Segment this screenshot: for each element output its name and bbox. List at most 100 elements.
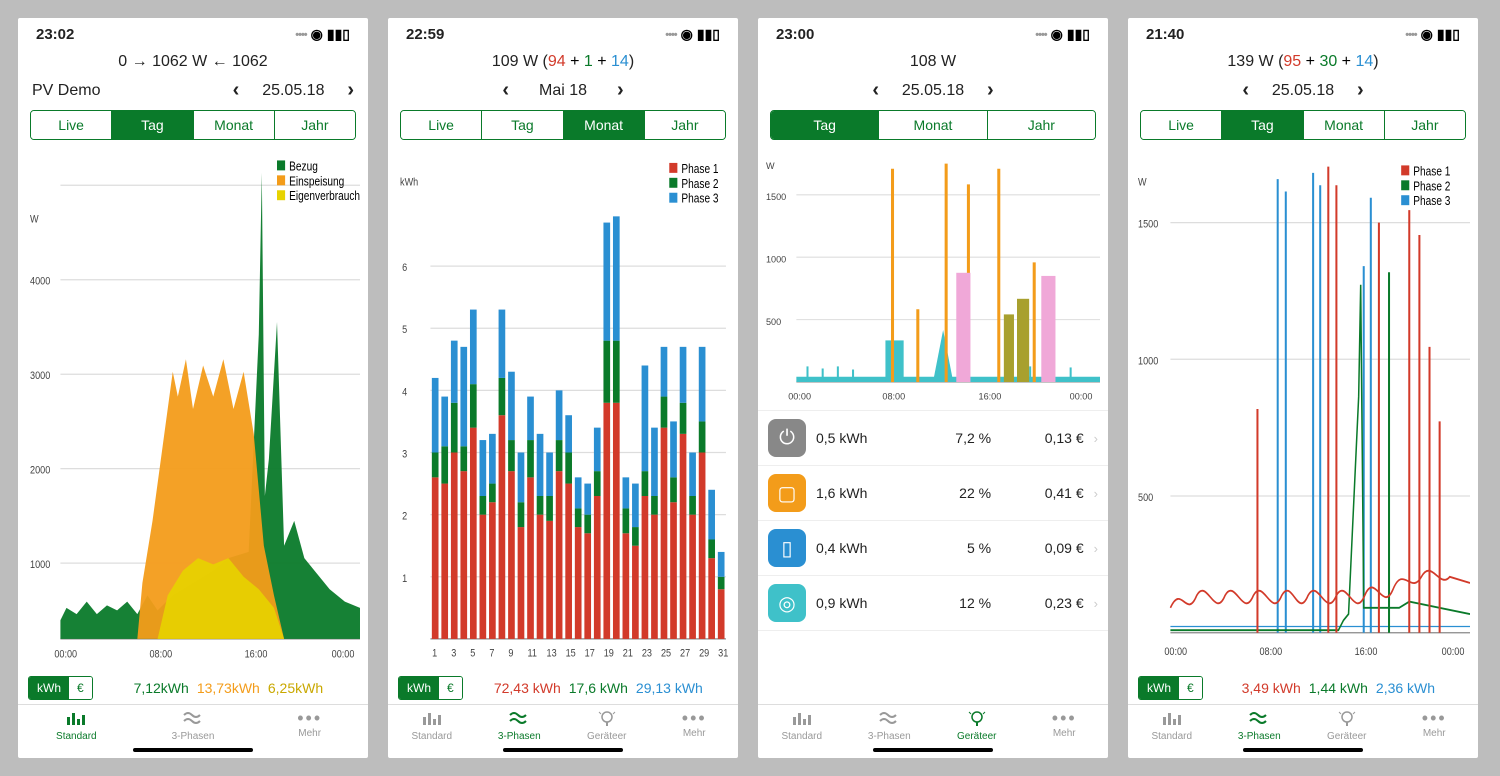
home-indicator[interactable] [503,748,623,752]
prev-date-button[interactable]: ‹ [227,79,246,102]
range-segmented[interactable]: LiveTagMonatJahr [30,110,356,140]
svg-text:1500: 1500 [1138,219,1159,231]
svg-text:31: 31 [718,648,728,660]
segment-jahr[interactable]: Jahr [645,111,725,139]
totals-row: kWh€ 72,43 kWh17,6 kWh29,13 kWh [388,672,738,704]
svg-text:1500: 1500 [766,192,786,202]
unit-kWh[interactable]: kWh [1139,677,1179,699]
svg-text:08:00: 08:00 [149,649,172,661]
device-row[interactable]: ⏻ 0,5 kWh 7,2 % 0,13 € › [758,411,1108,466]
device-row[interactable]: ◎ 0,9 kWh 12 % 0,23 € › [758,576,1108,631]
tab-geräteer[interactable]: Geräteer [933,709,1021,742]
svg-text:6: 6 [402,262,407,274]
unit-€[interactable]: € [69,677,92,699]
chart-area[interactable]: 500 1000 1500 W [1136,148,1470,670]
device-row[interactable]: ▯ 0,4 kWh 5 % 0,09 € › [758,521,1108,576]
segment-monat[interactable]: Monat [564,111,645,139]
unit-toggle[interactable]: kWh€ [1138,676,1203,700]
svg-text:00:00: 00:00 [1164,646,1187,658]
segment-jahr[interactable]: Jahr [1385,111,1465,139]
screen-tag-phasen: 21:40 •••• ◉ ▮▮▯ 139 W (95 + 30 + 14) ‹ … [1128,18,1478,758]
home-indicator[interactable] [133,748,253,752]
bars-icon [421,709,443,730]
statusbar: 22:59 •••• ◉ ▮▮▯ [388,18,738,47]
prev-date-button[interactable]: ‹ [866,79,885,102]
tab-mehr[interactable]: •••Mehr [651,709,739,742]
home-indicator[interactable] [873,748,993,752]
segment-live[interactable]: Live [1141,111,1222,139]
dataset-label[interactable]: PV Demo [18,82,100,100]
svg-text:00:00: 00:00 [54,649,77,661]
chart-area[interactable]: 500 1000 1500 W [766,148,1100,408]
svg-text:16:00: 16:00 [245,649,268,661]
segment-tag[interactable]: Tag [771,111,879,139]
power-summary: 139 W (95 + 30 + 14) [1128,47,1478,77]
segment-monat[interactable]: Monat [1304,111,1385,139]
segment-live[interactable]: Live [31,111,112,139]
next-date-button[interactable]: › [611,79,630,102]
unit-kWh[interactable]: kWh [29,677,69,699]
clock: 21:40 [1146,26,1184,43]
device-kwh: 0,9 kWh [816,595,899,611]
power-summary: 109 W (94 + 1 + 14) [388,47,738,77]
segment-tag[interactable]: Tag [1222,111,1303,139]
waves-icon [182,709,204,730]
tab-geräteer[interactable]: Geräteer [563,709,651,742]
next-date-button[interactable]: › [1351,79,1370,102]
next-date-button[interactable]: › [981,79,1000,102]
waves-icon [878,709,900,730]
unit-toggle[interactable]: kWh€ [398,676,463,700]
unit-kWh[interactable]: kWh [399,677,439,699]
svg-text:00:00: 00:00 [1070,392,1093,402]
svg-text:08:00: 08:00 [882,392,905,402]
segment-monat[interactable]: Monat [879,111,987,139]
tab-standard[interactable]: Standard [1128,709,1216,742]
bars-icon [791,709,813,730]
tab-standard[interactable]: Standard [388,709,476,742]
segment-live[interactable]: Live [401,111,482,139]
device-icon: ◎ [768,584,806,622]
svg-text:Einspeisung: Einspeisung [289,175,344,188]
svg-text:5: 5 [470,648,475,660]
chart-area[interactable]: kWh 123456135791113151719212325272931Pha… [396,148,730,670]
tab-mehr[interactable]: •••Mehr [251,709,368,742]
tab-standard[interactable]: Standard [758,709,846,742]
tab-3-phasen[interactable]: 3-Phasen [476,709,564,742]
svg-text:11: 11 [527,648,537,660]
range-segmented[interactable]: LiveTagMonatJahr [1140,110,1466,140]
svg-text:Phase 3: Phase 3 [1413,195,1450,208]
tab-mehr[interactable]: •••Mehr [1021,709,1109,742]
unit-€[interactable]: € [1179,677,1202,699]
total-value: 17,6 kWh [569,680,628,696]
device-pct: 7,2 % [909,430,992,446]
device-pct: 12 % [909,595,992,611]
segment-jahr[interactable]: Jahr [988,111,1095,139]
segment-tag[interactable]: Tag [482,111,563,139]
chevron-right-icon: › [1094,541,1098,556]
tab-3-phasen[interactable]: 3-Phasen [846,709,934,742]
svg-text:500: 500 [766,317,781,327]
segment-monat[interactable]: Monat [194,111,275,139]
bulb-icon [596,709,618,730]
tab-mehr[interactable]: •••Mehr [1391,709,1479,742]
chart-area[interactable]: 1000 2000 3000 4000 W 00:00 08:00 16:00 … [26,148,360,670]
segment-jahr[interactable]: Jahr [275,111,355,139]
svg-text:23: 23 [642,648,652,660]
next-date-button[interactable]: › [341,79,368,102]
segment-tag[interactable]: Tag [112,111,193,139]
prev-date-button[interactable]: ‹ [1236,79,1255,102]
prev-date-button[interactable]: ‹ [496,79,515,102]
dots-icon: ••• [682,709,707,727]
device-row[interactable]: ▢ 1,6 kWh 22 % 0,41 € › [758,466,1108,521]
tab-3-phasen[interactable]: 3-Phasen [135,709,252,742]
range-segmented[interactable]: LiveTagMonatJahr [400,110,726,140]
unit-toggle[interactable]: kWh€ [28,676,93,700]
tab-3-phasen[interactable]: 3-Phasen [1216,709,1304,742]
unit-€[interactable]: € [439,677,462,699]
range-segmented[interactable]: TagMonatJahr [770,110,1096,140]
tab-geräteer[interactable]: Geräteer [1303,709,1391,742]
tab-standard[interactable]: Standard [18,709,135,742]
svg-text:Phase 1: Phase 1 [1413,165,1450,178]
date-nav: ‹ 25.05.18 › [758,77,1108,110]
home-indicator[interactable] [1243,748,1363,752]
